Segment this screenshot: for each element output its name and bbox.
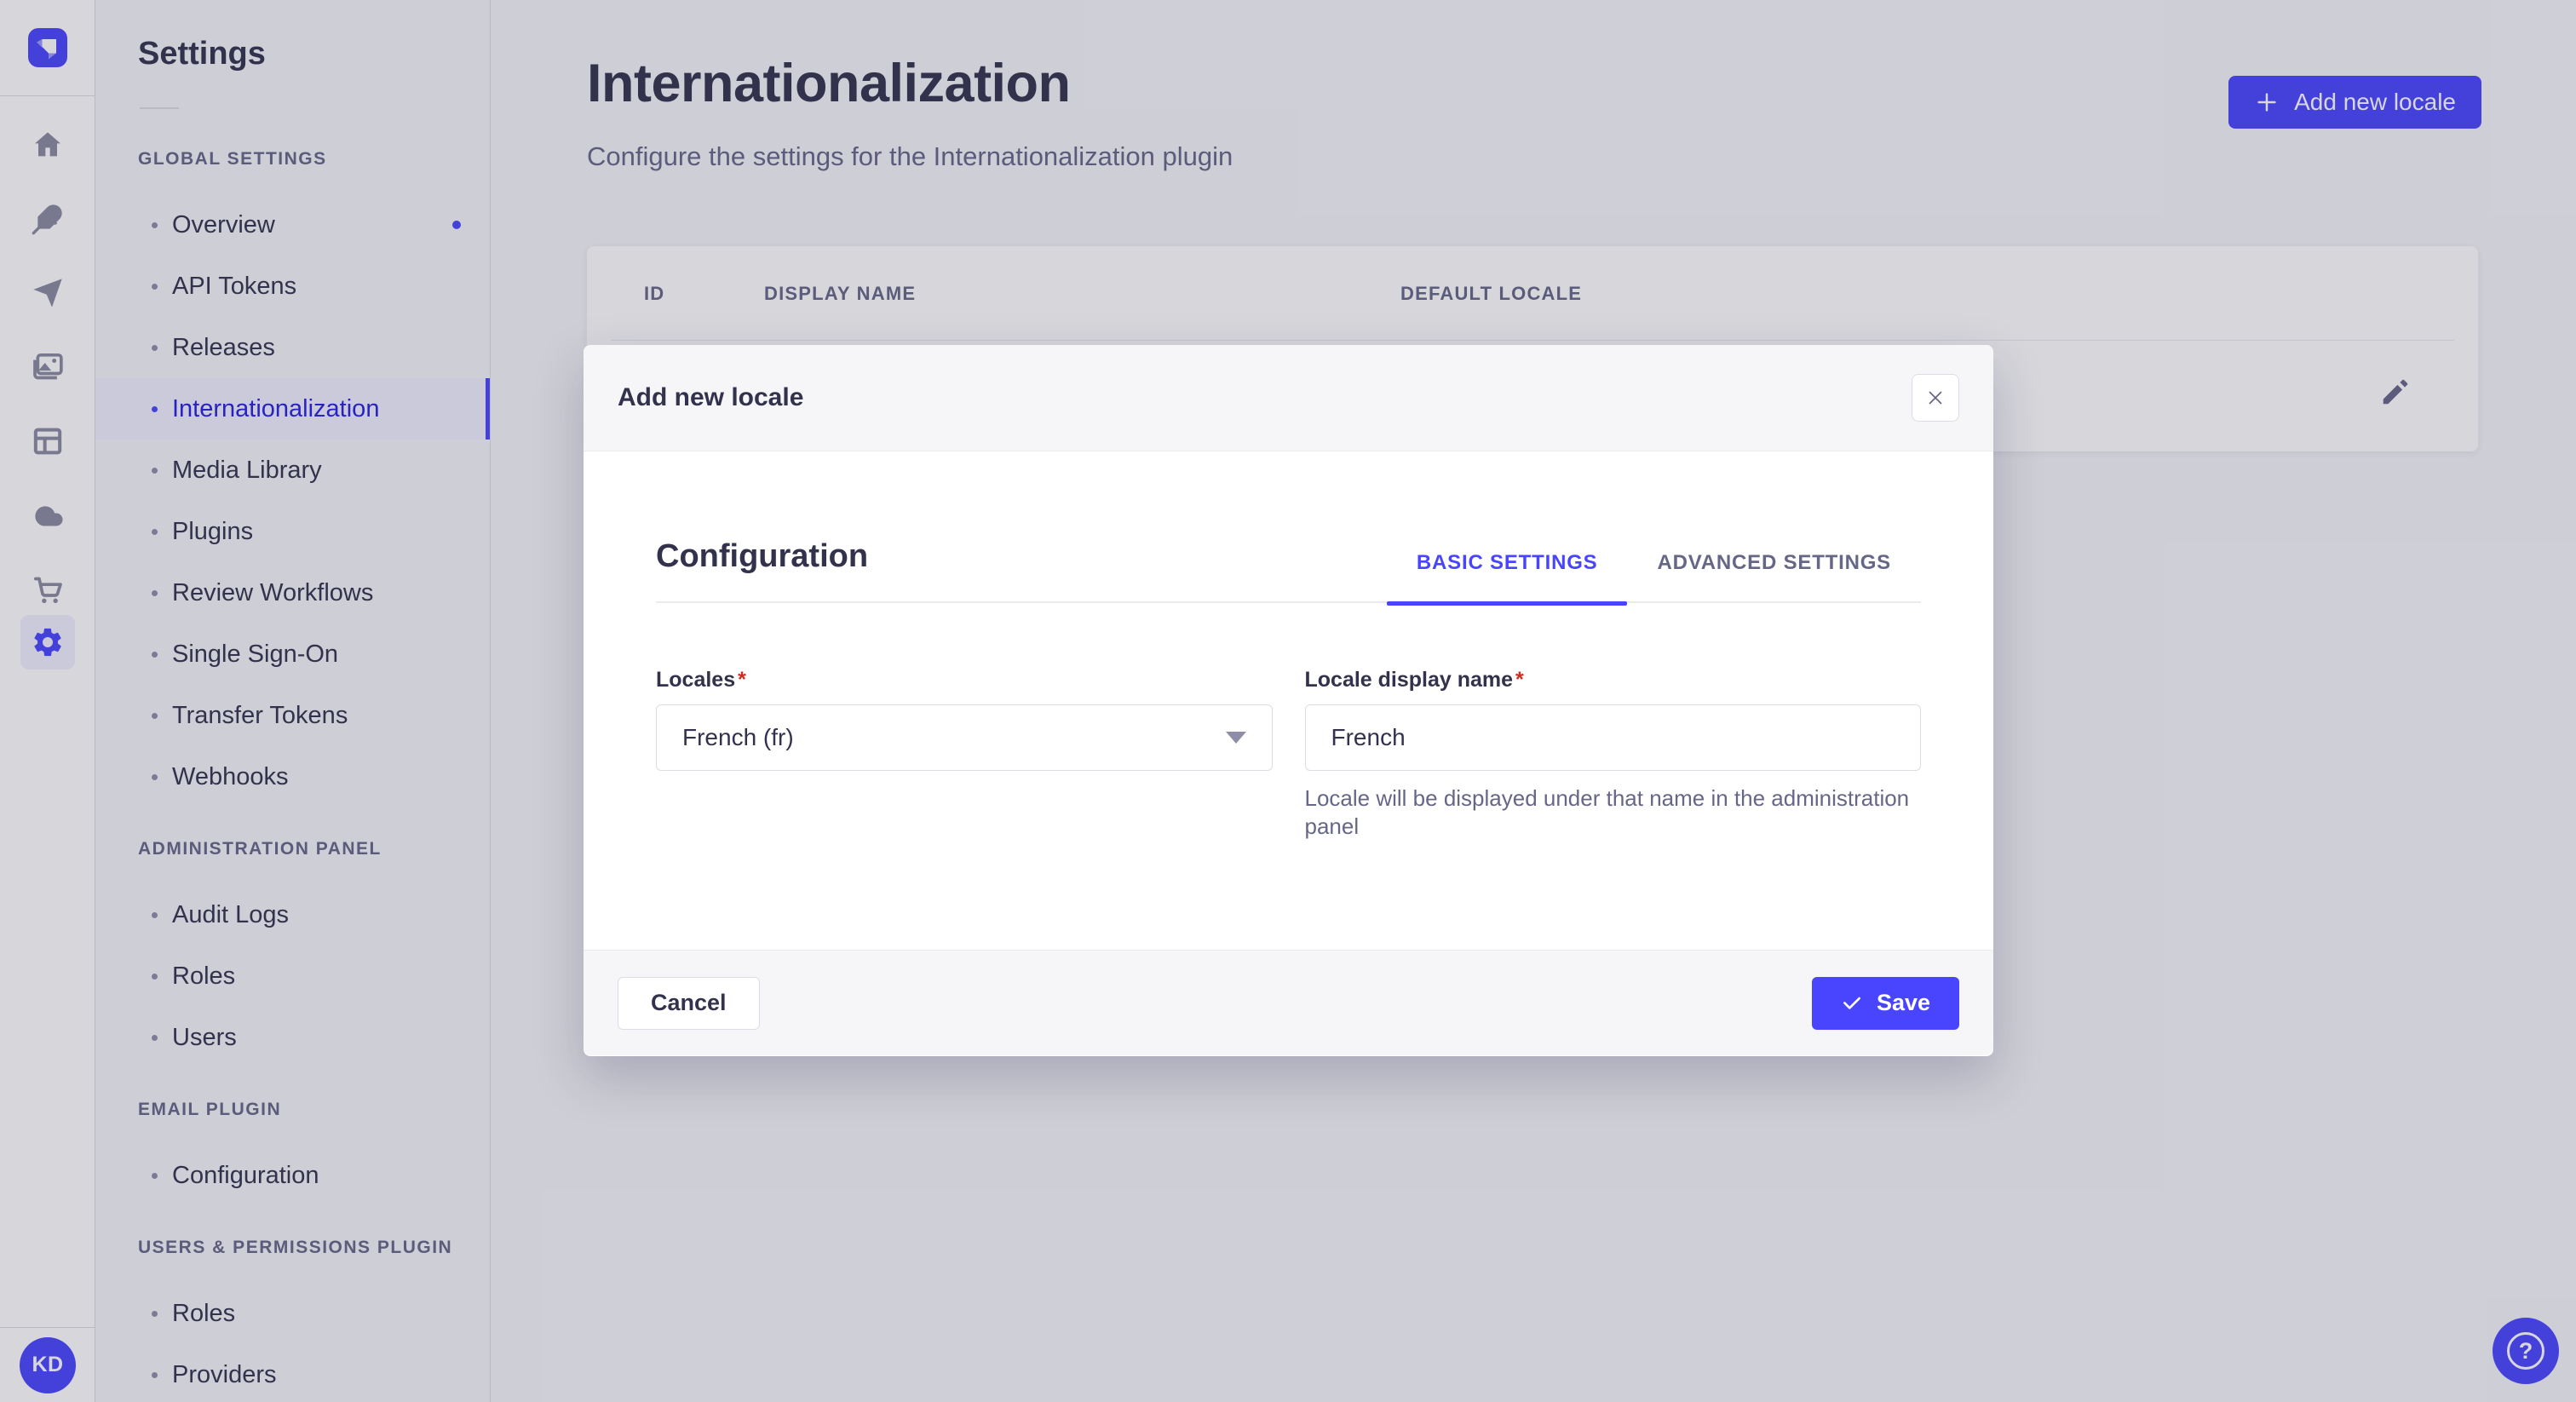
locales-label: Locales *	[656, 668, 746, 692]
tab-basic-settings[interactable]: BASIC SETTINGS	[1386, 550, 1628, 606]
close-button[interactable]	[1912, 374, 1959, 422]
strapi-settings-screen: KD Settings GLOBAL SETTINGS Overview API…	[0, 0, 2576, 1402]
locales-select-value: French (fr)	[682, 724, 794, 750]
locales-select[interactable]: French (fr)	[656, 704, 1273, 771]
required-asterisk: *	[1515, 668, 1524, 692]
modal-footer: Cancel Save	[584, 950, 1993, 1055]
modal-title: Add new locale	[618, 383, 804, 411]
tab-advanced-settings[interactable]: ADVANCED SETTINGS	[1627, 550, 1921, 576]
configuration-header: Configuration BASIC SETTINGS ADVANCED SE…	[656, 451, 1921, 606]
display-name-field: Locale display name* Locale will be disp…	[1304, 667, 1921, 841]
save-button[interactable]: Save	[1811, 976, 1959, 1030]
chevron-down-icon	[1225, 732, 1246, 744]
display-name-input[interactable]	[1304, 704, 1921, 771]
add-locale-modal: Add new locale Configuration BASIC SETTI…	[584, 345, 1993, 1056]
cancel-button[interactable]: Cancel	[618, 976, 760, 1030]
close-icon	[1929, 391, 1942, 405]
modal-header: Add new locale	[584, 345, 1993, 451]
configuration-title: Configuration	[656, 538, 869, 574]
locale-form-row: Locales * French (fr) Locale display name…	[656, 667, 1921, 841]
modal-body: Configuration BASIC SETTINGS ADVANCED SE…	[584, 451, 1993, 950]
required-asterisk: *	[738, 668, 746, 692]
display-name-label: Locale display name *	[1304, 668, 1524, 692]
settings-tabs: BASIC SETTINGS ADVANCED SETTINGS	[1386, 550, 1921, 606]
display-name-helper-text: Locale will be displayed under that name…	[1304, 785, 1910, 839]
save-button-label: Save	[1876, 990, 1930, 1015]
locales-field: Locales * French (fr)	[656, 667, 1273, 841]
check-icon	[1843, 997, 1860, 1009]
